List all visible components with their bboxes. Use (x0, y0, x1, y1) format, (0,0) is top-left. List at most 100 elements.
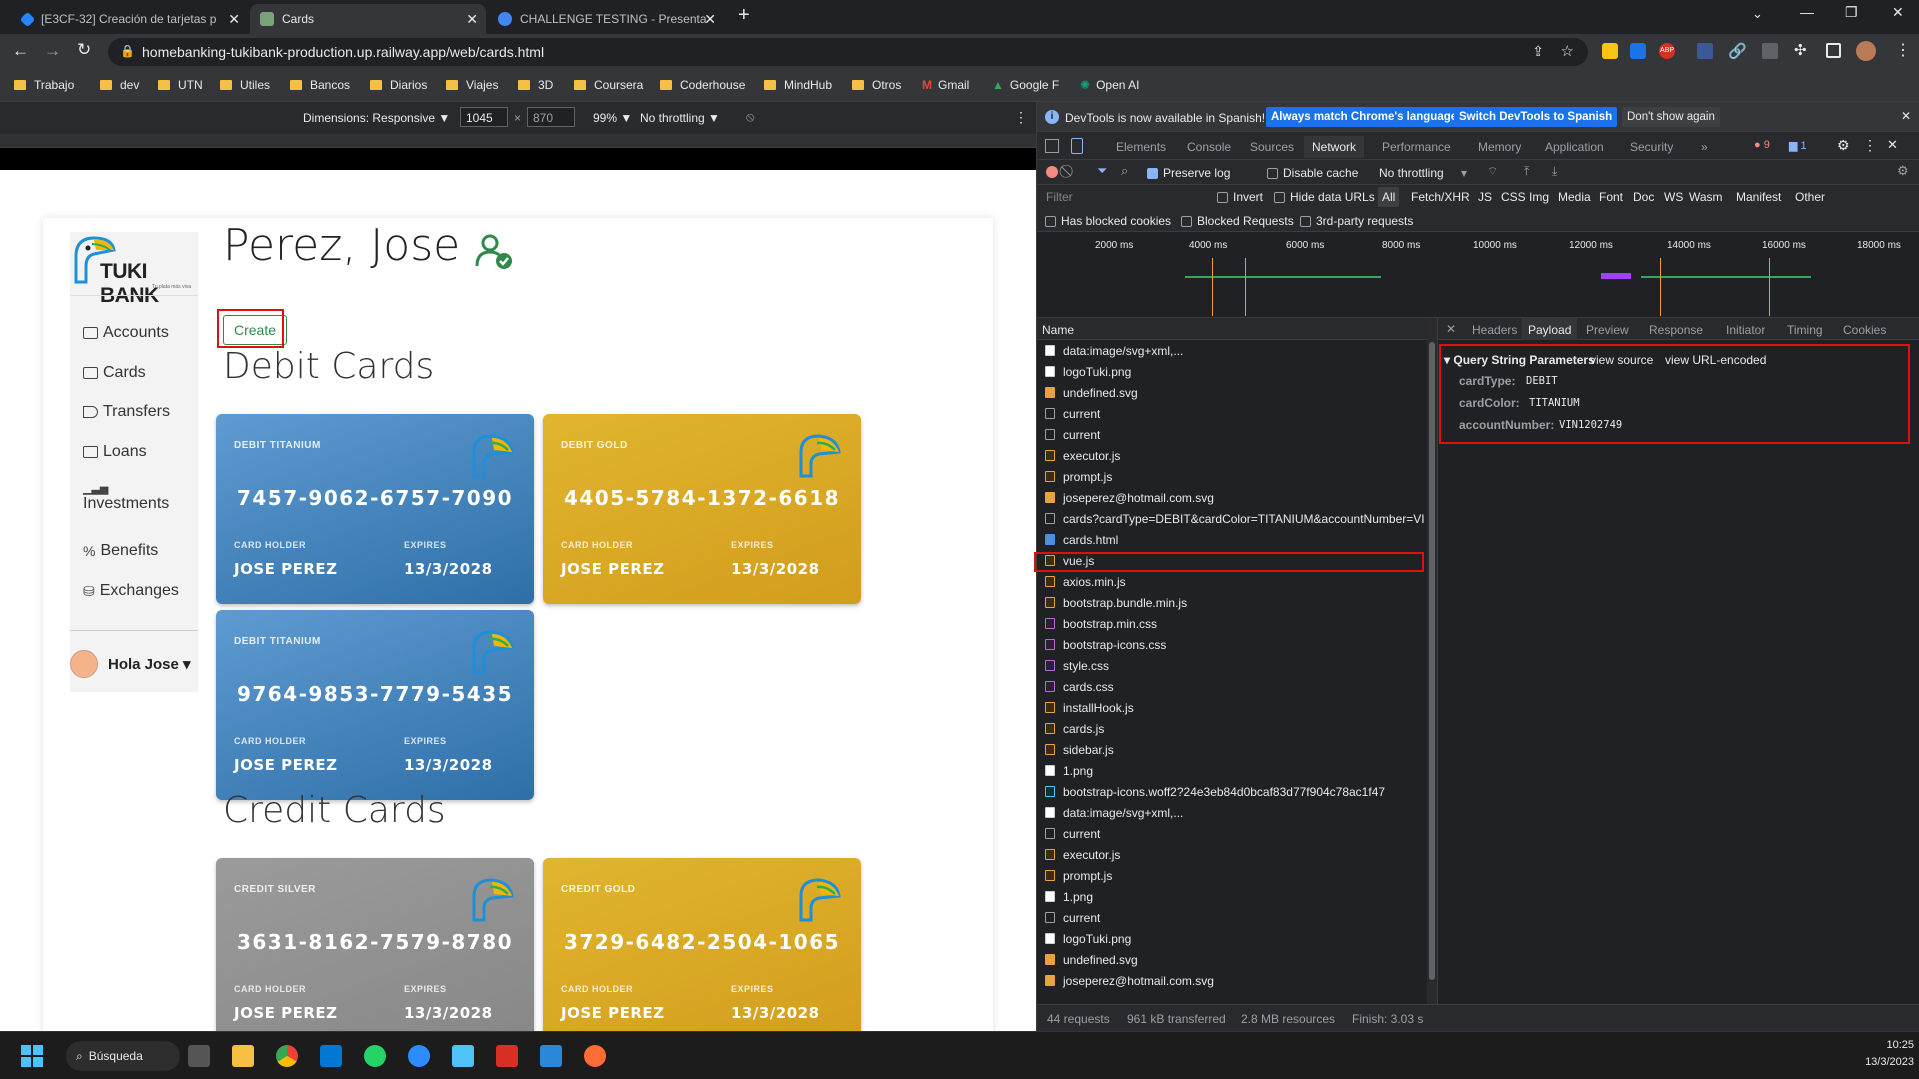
forward-icon[interactable]: → (44, 41, 61, 61)
bookmark-mindhub[interactable]: MindHub (764, 78, 832, 92)
request-row[interactable]: installHook.js (1037, 697, 1427, 718)
extension-icon[interactable] (1630, 43, 1646, 59)
filter-other[interactable]: Other (1795, 190, 1825, 204)
tab-payload[interactable]: Payload (1522, 318, 1578, 340)
message-counter[interactable]: ▆ 1 (1789, 139, 1807, 152)
task-view-icon[interactable] (188, 1045, 210, 1067)
request-row[interactable]: prompt.js (1037, 865, 1427, 886)
sidebar-item-accounts[interactable]: Accounts (83, 324, 169, 342)
rotate-icon[interactable]: ⦸ (746, 109, 754, 125)
kebab-menu-icon[interactable]: ⋮ (1863, 137, 1877, 154)
tab-network[interactable]: Network (1304, 136, 1365, 158)
device-toggle-icon[interactable] (1071, 138, 1083, 154)
blocked-cookies-checkbox[interactable]: Has blocked cookies (1045, 214, 1171, 228)
puzzle-icon[interactable]: ✣ (1794, 41, 1807, 59)
paint-icon[interactable] (540, 1045, 562, 1067)
sidebar-item-investments[interactable]: ▁▃▅ Investments (83, 482, 169, 513)
bookmark-dev[interactable]: dev (100, 78, 139, 92)
close-icon[interactable]: ✕ (466, 11, 478, 28)
request-row[interactable]: prompt.js (1037, 466, 1427, 487)
bookmark-open-ai[interactable]: ✺ Open AI (1080, 78, 1139, 92)
notepad-icon[interactable] (452, 1045, 474, 1067)
request-row[interactable]: cards?cardType=DEBIT&cardColor=TITANIUM&… (1037, 508, 1427, 529)
height-input[interactable]: 870 (527, 107, 575, 127)
zoom-dropdown[interactable]: 99% ▼ (593, 111, 632, 125)
filter-font[interactable]: Font (1599, 190, 1623, 204)
whatsapp-icon[interactable] (364, 1045, 386, 1067)
postman-icon[interactable] (584, 1045, 606, 1067)
bookmark-gmail[interactable]: M Gmail (922, 78, 969, 92)
request-row[interactable]: current (1037, 823, 1427, 844)
filter-media[interactable]: Media (1558, 190, 1591, 204)
dimensions-dropdown[interactable]: Dimensions: Responsive ▼ (303, 111, 450, 125)
tab-headers[interactable]: Headers (1472, 323, 1517, 337)
zoom-icon[interactable] (408, 1045, 430, 1067)
request-row[interactable]: executor.js (1037, 844, 1427, 865)
scrollbar-thumb[interactable] (1429, 342, 1435, 980)
tab-preview[interactable]: Preview (1586, 323, 1629, 337)
request-row[interactable]: logoTuki.png (1037, 361, 1427, 382)
request-row[interactable]: joseperez@hotmail.com.svg (1037, 487, 1427, 508)
filter-js[interactable]: JS (1478, 190, 1492, 204)
chrome-icon[interactable] (276, 1045, 298, 1067)
match-language-button[interactable]: Always match Chrome's language (1266, 107, 1463, 127)
filter-manifest[interactable]: Manifest (1736, 190, 1781, 204)
filter-all[interactable]: All (1378, 187, 1400, 207)
bookmark-star-icon[interactable]: ☆ (1561, 42, 1574, 60)
bookmark-trabajo[interactable]: Trabajo (14, 78, 74, 92)
acrobat-icon[interactable] (496, 1045, 518, 1067)
debit-card[interactable]: DEBIT GOLD 4405-5784-1372-6618 CARD HOLD… (543, 414, 861, 604)
network-conditions-icon[interactable]: ⌔ (1487, 164, 1498, 179)
name-column-header[interactable]: Name (1042, 323, 1074, 337)
menu-icon[interactable]: ⋮ (1895, 40, 1911, 60)
new-tab-button[interactable]: + (738, 4, 750, 27)
third-party-checkbox[interactable]: 3rd-party requests (1300, 214, 1413, 228)
request-row[interactable]: style.css (1037, 655, 1427, 676)
search-icon[interactable]: ⌕ (1121, 163, 1128, 179)
bookmark-viajes[interactable]: Viajes (446, 78, 498, 92)
request-row[interactable]: bootstrap.min.css (1037, 613, 1427, 634)
preserve-log-checkbox[interactable]: Preserve log (1147, 166, 1230, 180)
request-row[interactable]: data:image/svg+xml,... (1037, 340, 1427, 361)
switch-language-button[interactable]: Switch DevTools to Spanish (1454, 107, 1618, 127)
tab-application[interactable]: Application (1545, 140, 1604, 154)
tab-elements[interactable]: Elements (1116, 140, 1166, 154)
close-icon[interactable]: ✕ (1901, 109, 1911, 123)
hide-data-urls-checkbox[interactable]: Hide data URLs (1274, 190, 1375, 204)
credit-card[interactable]: CREDIT GOLD 3729-6482-2504-1065 CARD HOL… (543, 858, 861, 1031)
filter-fetch-xhr[interactable]: Fetch/XHR (1411, 190, 1470, 204)
request-row[interactable]: undefined.svg (1037, 382, 1427, 403)
taskbar-search[interactable]: ⌕ Búsqueda (66, 1041, 180, 1071)
bookmark-diarios[interactable]: Diarios (370, 78, 427, 92)
address-bar[interactable]: 🔒 homebanking-tukibank-production.up.rai… (108, 38, 1588, 66)
close-icon[interactable]: ✕ (704, 11, 716, 28)
credit-card[interactable]: CREDIT SILVER 3631-8162-7579-8780 CARD H… (216, 858, 534, 1031)
request-row[interactable]: bootstrap-icons.css (1037, 634, 1427, 655)
request-row[interactable]: cards.js (1037, 718, 1427, 739)
debit-card[interactable]: DEBIT TITANIUM 7457-9062-6757-7090 CARD … (216, 414, 534, 604)
inspect-element-icon[interactable] (1045, 139, 1059, 153)
invert-checkbox[interactable]: Invert (1217, 190, 1263, 204)
vscode-icon[interactable] (320, 1045, 342, 1067)
filter-input[interactable]: Filter (1043, 188, 1213, 206)
throttle-dropdown[interactable]: No throttling ▼ (640, 111, 720, 125)
export-har-icon[interactable]: ⤓ (1552, 164, 1557, 179)
sidebar-item-benefits[interactable]: % Benefits (83, 542, 158, 560)
request-row[interactable]: sidebar.js (1037, 739, 1427, 760)
filter-doc[interactable]: Doc (1633, 190, 1654, 204)
record-icon[interactable] (1046, 166, 1058, 178)
request-row[interactable]: cards.css (1037, 676, 1427, 697)
request-row[interactable]: bootstrap-icons.woff2?24e3eb84d0bcaf83d7… (1037, 781, 1427, 802)
close-detail-icon[interactable]: ✕ (1446, 322, 1456, 336)
facebook-icon[interactable] (1697, 43, 1713, 59)
reload-icon[interactable]: ↻ (77, 40, 91, 60)
adblock-icon[interactable]: ABP (1659, 43, 1675, 59)
restore-icon[interactable]: ❐ (1845, 4, 1858, 21)
brand-logo[interactable]: TUKI BANK Tu plata más viva (72, 232, 197, 307)
windows-start-icon[interactable] (21, 1045, 43, 1067)
filter-img[interactable]: Img (1529, 190, 1549, 204)
request-row[interactable]: executor.js (1037, 445, 1427, 466)
filter-wasm[interactable]: Wasm (1689, 190, 1723, 204)
request-row[interactable]: bootstrap.bundle.min.js (1037, 592, 1427, 613)
bookmark-utn[interactable]: UTN (158, 78, 203, 92)
